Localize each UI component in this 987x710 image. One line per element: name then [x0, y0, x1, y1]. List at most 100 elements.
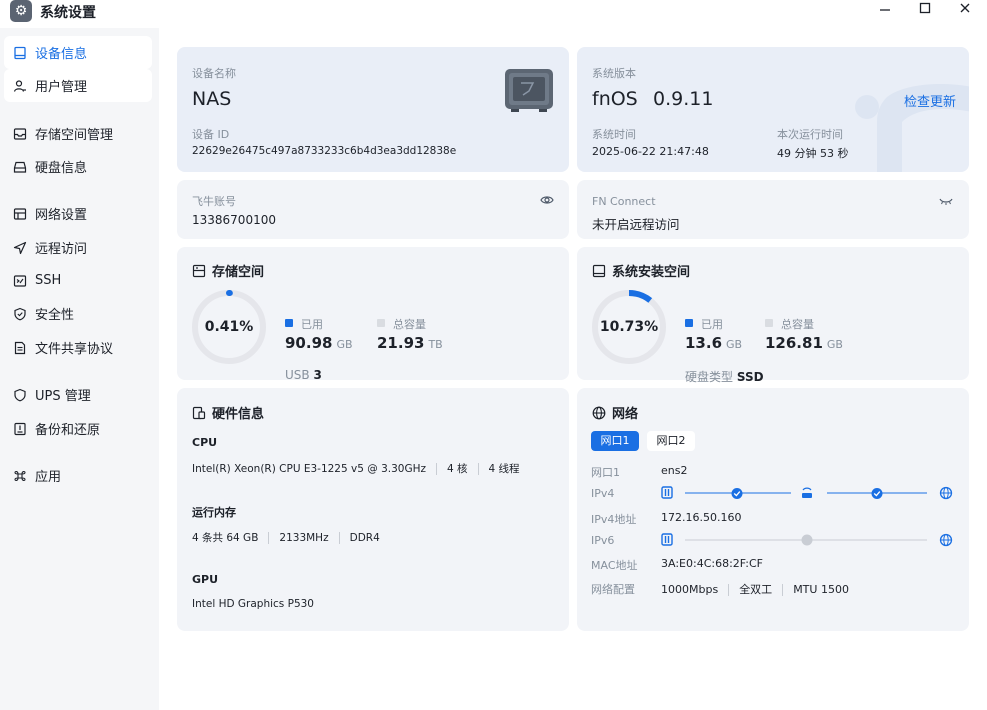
network-config-label: 网络配置	[591, 583, 635, 596]
link-speed: 1000Mbps	[661, 583, 719, 596]
duplex-mode: 全双工	[739, 583, 773, 596]
sidebar-item-network-settings[interactable]: 网络设置	[4, 197, 152, 230]
system-install-total-unit: GB	[826, 338, 843, 351]
network-title-text: 网络	[612, 407, 639, 422]
memory-speed: 2133MHz	[279, 532, 329, 544]
command-icon	[14, 470, 26, 481]
disk-type-value: SSD	[736, 370, 764, 384]
check-icon	[731, 488, 743, 499]
sidebar-item-security[interactable]: 安全性	[4, 297, 152, 330]
close-icon[interactable]	[945, 0, 985, 22]
minimize-icon[interactable]	[865, 0, 905, 22]
storage-total-value: 21.93	[377, 334, 425, 352]
system-install-title: 系统安装空间	[592, 261, 690, 280]
system-install-title-text: 系统安装空间	[612, 265, 691, 280]
sidebar-item-ups[interactable]: UPS 管理	[4, 378, 152, 411]
tab-port-1[interactable]: 网口1	[591, 431, 639, 451]
sidebar-item-device-info[interactable]: 设备信息	[4, 36, 152, 69]
ipv4-address: 172.16.50.160	[661, 511, 742, 524]
storage-section-icon	[192, 264, 206, 277]
account-card: 飞牛账号 13386700100	[177, 180, 569, 239]
eye-icon[interactable]	[540, 194, 554, 206]
sidebar-item-disk-info[interactable]: 硬盘信息	[4, 150, 152, 183]
cpu-cores: 4 核	[447, 463, 468, 475]
usb-count: 3	[313, 368, 322, 382]
cpu-info: Intel(R) Xeon(R) CPU E3-1225 v5 @ 3.30GH…	[192, 461, 520, 476]
status-dot	[801, 534, 813, 546]
backup-icon	[14, 422, 26, 435]
eye-closed-icon[interactable]	[939, 196, 953, 206]
disk-type-label: 硬盘类型	[685, 370, 734, 384]
system-install-used: 13.6 GB	[685, 334, 742, 352]
account-value: 13386700100	[192, 213, 276, 227]
sidebar-item-label: 存储空间管理	[35, 128, 114, 143]
device-id-label: 设备 ID	[192, 128, 230, 141]
ipv6-topology	[661, 533, 953, 547]
system-install-total-value: 126.81	[765, 334, 823, 352]
sidebar-item-apps[interactable]: 应用	[4, 459, 152, 492]
memory-size: 4 条共 64 GB	[192, 532, 259, 544]
system-version-label: 系统版本	[592, 67, 636, 80]
network-icon	[13, 207, 27, 220]
check-update-link[interactable]: 检查更新	[904, 91, 956, 110]
memory-type: DDR4	[349, 532, 380, 544]
port-value: ens2	[661, 464, 688, 477]
storage-percent: 0.41%	[204, 319, 254, 335]
main-content: 设备名称 NAS 设备 ID 22629e26475c497a8733233c6…	[159, 28, 987, 710]
storage-total-label: 总容量	[393, 318, 426, 331]
account-label: 飞牛账号	[192, 195, 236, 208]
fn-connect-label: FN Connect	[592, 195, 656, 208]
gear-icon: ⚙	[10, 0, 32, 22]
window-title: 系统设置	[40, 5, 96, 21]
system-time-label: 系统时间	[592, 128, 636, 141]
system-install-used-value: 13.6	[685, 334, 723, 352]
system-version: 0.9.11	[653, 88, 714, 110]
hardware-title: 硬件信息	[192, 403, 264, 422]
device-card: 设备名称 NAS 设备 ID 22629e26475c497a8733233c6…	[177, 47, 569, 172]
cpu-label: CPU	[192, 436, 218, 449]
sidebar-item-label: UPS 管理	[35, 389, 91, 404]
sidebar-item-label: 应用	[35, 470, 62, 485]
total-legend-dot	[377, 319, 385, 327]
sidebar-item-backup-restore[interactable]: 备份和还原	[4, 412, 152, 445]
nas-device-icon	[505, 69, 553, 112]
system-card: 系统版本 fnOS 0.9.11 检查更新 系统时间 2025-06-22 21…	[577, 47, 969, 172]
network-config: 1000Mbps 全双工 MTU 1500	[661, 581, 849, 597]
storage-card: 存储空间 0.41% 已用 90.98 GB 总容量 21.93 TB USB 3	[177, 247, 569, 382]
storage-total: 21.93 TB	[377, 334, 443, 352]
fn-connect-value: 未开启远程访问	[592, 217, 680, 232]
sidebar-item-file-sharing[interactable]: 文件共享协议	[4, 331, 152, 364]
storage-title: 存储空间	[192, 261, 264, 280]
storage-used-label: 已用	[301, 318, 323, 331]
send-icon	[13, 241, 27, 254]
fn-connect-card: FN Connect 未开启远程访问	[577, 180, 969, 239]
sidebar-item-label: 远程访问	[35, 242, 88, 257]
user-icon	[13, 79, 26, 92]
system-install-total: 126.81 GB	[765, 334, 843, 352]
uptime: 49 分钟 53 秒	[777, 147, 849, 160]
sidebar-item-remote-access[interactable]: 远程访问	[4, 231, 152, 264]
maximize-icon[interactable]	[905, 0, 945, 22]
storage-used-unit: GB	[336, 338, 353, 351]
mac-label: MAC地址	[591, 559, 638, 572]
monitor-icon	[14, 46, 26, 59]
sidebar-item-ssh[interactable]: SSH	[4, 264, 152, 297]
total-legend-dot	[765, 319, 773, 327]
storage-icon	[13, 127, 27, 140]
device-name-label: 设备名称	[192, 67, 236, 80]
device-name: NAS	[192, 88, 232, 110]
sidebar-item-label: 安全性	[35, 308, 75, 323]
cpu-threads: 4 线程	[488, 463, 520, 475]
ups-shield-icon	[14, 388, 26, 401]
sidebar-item-user-management[interactable]: 用户管理	[4, 69, 152, 102]
shield-icon	[14, 307, 26, 320]
used-legend-dot	[285, 319, 293, 327]
memory-label: 运行内存	[192, 506, 236, 519]
storage-total-unit: TB	[428, 338, 443, 351]
sidebar-item-storage-management[interactable]: 存储空间管理	[4, 117, 152, 150]
sidebar-item-label: 用户管理	[35, 80, 88, 95]
system-install-used-label: 已用	[701, 318, 723, 331]
hardware-title-text: 硬件信息	[212, 407, 265, 422]
tab-port-2[interactable]: 网口2	[647, 431, 695, 451]
sidebar-item-label: 文件共享协议	[35, 342, 114, 357]
